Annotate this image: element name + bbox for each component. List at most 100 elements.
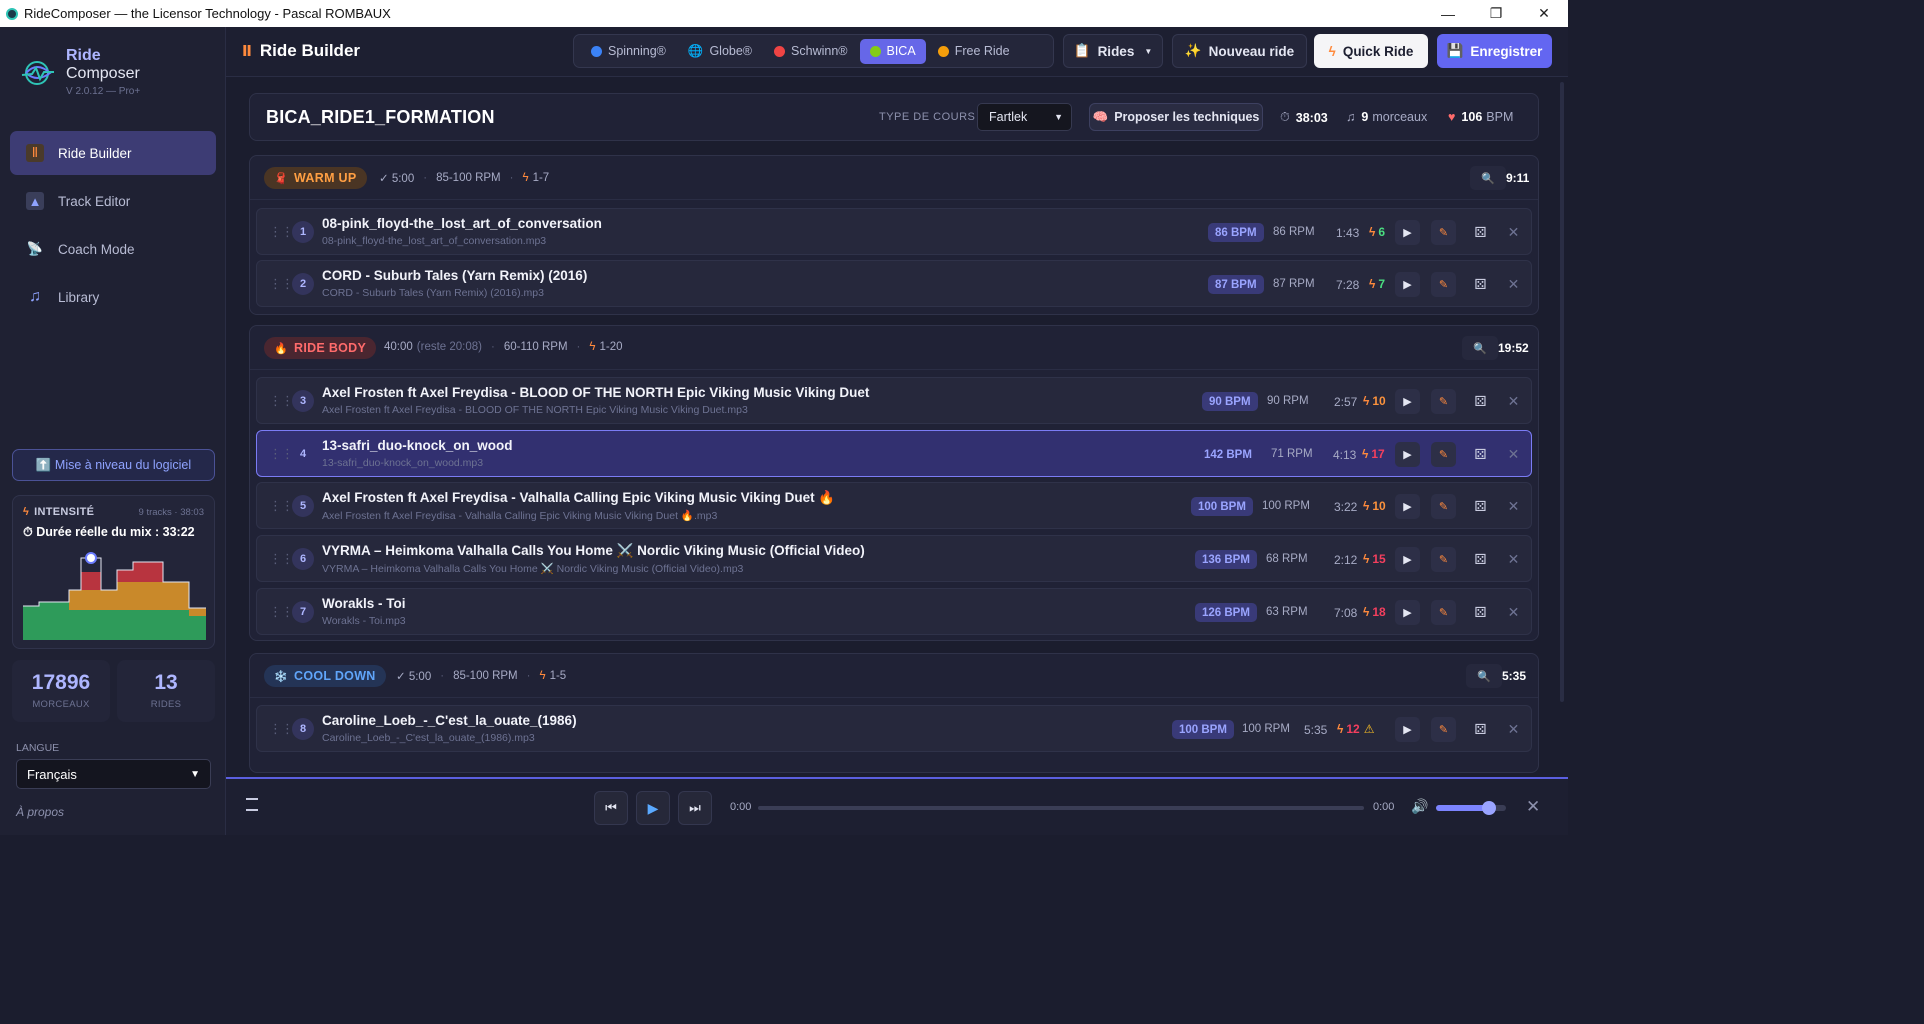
play-icon[interactable]: ▶ xyxy=(636,791,670,825)
remove-icon[interactable]: ✕ xyxy=(1501,600,1526,625)
track-title: 13-safri_duo-knock_on_wood xyxy=(322,438,513,453)
bolt-icon: ϟ xyxy=(589,341,596,353)
drag-handle-icon[interactable]: ⋮⋮ xyxy=(269,446,294,462)
track-bpm: 126 BPM xyxy=(1195,603,1257,622)
previous-track-icon[interactable]: ⏮ xyxy=(594,791,628,825)
search-icon[interactable]: 🔍 xyxy=(1466,664,1502,688)
save-button[interactable]: 💾 Enregistrer xyxy=(1437,34,1552,68)
drag-handle-icon[interactable]: ⋮⋮ xyxy=(269,276,294,292)
progress-bar[interactable] xyxy=(758,806,1364,810)
track-row-selected[interactable]: ⋮⋮ 4 13-safri_duo-knock_on_wood 13-safri… xyxy=(256,430,1532,477)
dice-icon[interactable]: ⚄ xyxy=(1468,494,1493,519)
drag-handle-icon[interactable]: ⋮⋮ xyxy=(269,604,294,620)
close-window-icon[interactable]: ✕ xyxy=(1520,0,1568,27)
edit-icon[interactable]: ✎ xyxy=(1431,220,1456,245)
search-icon[interactable]: 🔍 xyxy=(1462,336,1498,360)
volume-knob[interactable] xyxy=(1481,801,1496,815)
track-rpm: 71 RPM xyxy=(1271,448,1313,460)
track-row[interactable]: ⋮⋮ 2 CORD - Suburb Tales (Yarn Remix) (2… xyxy=(256,260,1532,307)
dice-icon[interactable]: ⚄ xyxy=(1468,547,1493,572)
edit-icon[interactable]: ✎ xyxy=(1431,717,1456,742)
dice-icon[interactable]: ⚄ xyxy=(1468,442,1493,467)
upgrade-button[interactable]: ⬆️ Mise à niveau du logiciel xyxy=(12,449,215,481)
tab-spinning[interactable]: Spinning® xyxy=(581,39,676,64)
remove-icon[interactable]: ✕ xyxy=(1501,389,1526,414)
track-number: 4 xyxy=(299,448,307,460)
drag-handle-icon[interactable]: ⋮⋮ xyxy=(269,498,294,514)
tab-bica[interactable]: BICA xyxy=(859,38,926,64)
sidebar-item-ride-builder[interactable]: Ⅱ Ride Builder xyxy=(10,131,216,175)
volume-icon[interactable]: 🔊 xyxy=(1411,798,1428,815)
next-track-icon[interactable]: ⏭ xyxy=(678,791,712,825)
sidebar-item-track-editor[interactable]: ▲ Track Editor xyxy=(10,179,216,223)
remove-icon[interactable]: ✕ xyxy=(1501,272,1526,297)
new-ride-button[interactable]: ✨ Nouveau ride xyxy=(1172,34,1307,68)
play-icon[interactable]: ▶ xyxy=(1395,442,1420,467)
quick-ride-button[interactable]: ϟ Quick Ride xyxy=(1314,34,1428,68)
edit-icon[interactable]: ✎ xyxy=(1431,600,1456,625)
play-icon[interactable]: ▶ xyxy=(1395,547,1420,572)
dice-icon[interactable]: ⚄ xyxy=(1468,717,1493,742)
edit-icon[interactable]: ✎ xyxy=(1431,547,1456,572)
remove-icon[interactable]: ✕ xyxy=(1501,220,1526,245)
drag-handle-icon[interactable]: ⋮⋮ xyxy=(269,721,294,737)
track-bpm: 100 BPM xyxy=(1191,497,1253,516)
timer-icon: ⏱ xyxy=(1280,110,1290,124)
sidebar-item-coach-mode[interactable]: 📡 Coach Mode xyxy=(10,227,216,271)
track-row[interactable]: ⋮⋮ 5 Axel Frosten ft Axel Freydisa - Val… xyxy=(256,482,1532,529)
edit-icon[interactable]: ✎ xyxy=(1431,442,1456,467)
tab-free-ride[interactable]: Free Ride xyxy=(928,39,1020,64)
ride-builder-icon: Ⅱ xyxy=(242,43,252,60)
language-select[interactable]: Français ▼ xyxy=(16,759,211,789)
track-row[interactable]: ⋮⋮ 3 Axel Frosten ft Axel Freydisa - BLO… xyxy=(256,377,1532,424)
rides-dropdown-button[interactable]: 📋 Rides ▼ xyxy=(1063,34,1163,68)
scrollbar[interactable] xyxy=(1560,82,1564,702)
minimize-icon[interactable]: — xyxy=(1424,0,1472,27)
restore-icon[interactable]: ❐ xyxy=(1472,0,1520,27)
edit-icon[interactable]: ✎ xyxy=(1431,272,1456,297)
drag-handle-icon[interactable]: ⋮⋮ xyxy=(269,393,294,409)
dice-icon[interactable]: ⚄ xyxy=(1468,220,1493,245)
drag-handle-icon[interactable]: ⋮⋮ xyxy=(269,224,294,240)
remove-icon[interactable]: ✕ xyxy=(1501,717,1526,742)
course-type-select[interactable]: Fartlek ▼ xyxy=(977,103,1072,131)
search-icon[interactable]: 🔍 xyxy=(1470,166,1506,190)
play-icon[interactable]: ▶ xyxy=(1395,494,1420,519)
play-icon[interactable]: ▶ xyxy=(1395,717,1420,742)
dice-icon[interactable]: ⚄ xyxy=(1468,272,1493,297)
propose-techniques-button[interactable]: 🧠 Proposer les techniques xyxy=(1089,103,1263,131)
remove-icon[interactable]: ✕ xyxy=(1501,442,1526,467)
track-number: 5 xyxy=(292,495,314,517)
track-level: ϟ 17 xyxy=(1362,447,1385,461)
close-player-icon[interactable]: ✕ xyxy=(1526,797,1540,817)
ride-name[interactable]: BICA_RIDE1_FORMATION xyxy=(266,107,495,128)
edit-icon[interactable]: ✎ xyxy=(1431,494,1456,519)
brand-name-2: Composer xyxy=(66,65,140,82)
play-icon[interactable]: ▶ xyxy=(1395,600,1420,625)
tab-schwinn[interactable]: Schwinn® xyxy=(764,39,857,64)
about-link[interactable]: À propos xyxy=(16,805,64,819)
track-row[interactable]: ⋮⋮ 6 VYRMA – Heimkoma Valhalla Calls You… xyxy=(256,535,1532,582)
track-bpm: 86 BPM xyxy=(1208,223,1264,242)
menu-icon[interactable] xyxy=(246,798,258,815)
track-row[interactable]: ⋮⋮ 7 Worakls - Toi Worakls - Toi.mp3 126… xyxy=(256,588,1532,635)
dice-icon[interactable]: ⚄ xyxy=(1468,389,1493,414)
track-number: 6 xyxy=(292,548,314,570)
track-row[interactable]: ⋮⋮ 8 Caroline_Loeb_-_C'est_la_ouate_(198… xyxy=(256,705,1532,752)
edit-icon[interactable]: ✎ xyxy=(1431,389,1456,414)
tab-globe[interactable]: 🌐 Globe® xyxy=(678,39,762,64)
remove-icon[interactable]: ✕ xyxy=(1501,547,1526,572)
track-level: ϟ 18 xyxy=(1363,605,1386,619)
track-row[interactable]: ⋮⋮ 1 08-pink_floyd-the_lost_art_of_conve… xyxy=(256,208,1532,255)
top-header: Ⅱ Ride Builder Spinning® 🌐 Globe® Schwinn… xyxy=(226,27,1568,77)
track-rpm: 86 RPM xyxy=(1273,226,1315,238)
drag-handle-icon[interactable]: ⋮⋮ xyxy=(269,551,294,567)
sidebar-item-library[interactable]: ♫ Library xyxy=(10,275,216,319)
bolt-icon: ϟ xyxy=(1363,394,1370,408)
play-icon[interactable]: ▶ xyxy=(1395,389,1420,414)
remove-icon[interactable]: ✕ xyxy=(1501,494,1526,519)
volume-slider[interactable] xyxy=(1436,801,1506,815)
dice-icon[interactable]: ⚄ xyxy=(1468,600,1493,625)
play-icon[interactable]: ▶ xyxy=(1395,272,1420,297)
play-icon[interactable]: ▶ xyxy=(1395,220,1420,245)
